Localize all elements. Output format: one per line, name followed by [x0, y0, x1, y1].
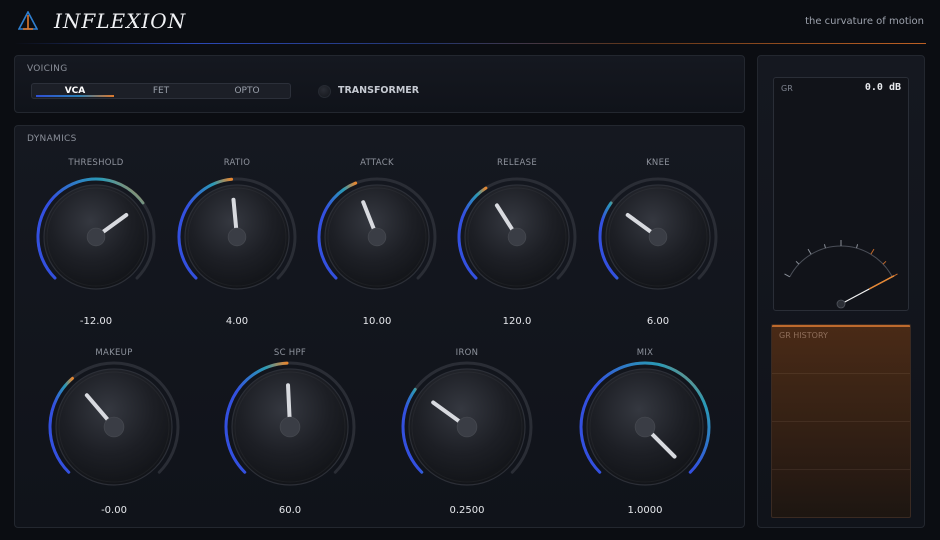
voicing-vca-button[interactable]: VCA: [32, 84, 118, 98]
gr-history: GR HISTORY: [771, 324, 911, 518]
release-label: RELEASE: [496, 158, 538, 168]
attack-value: 10.00: [362, 316, 392, 327]
attack-knob[interactable]: [313, 173, 441, 301]
mix-knob[interactable]: [575, 357, 715, 497]
gr-meter-tick: [882, 260, 887, 265]
knee-label: KNEE: [646, 158, 670, 168]
makeup-value: -0.00: [101, 505, 127, 516]
ratio-center-cap: [227, 227, 247, 247]
voicing-panel: VOICING VCA FET OPTO TRANSFORMER: [14, 55, 745, 113]
sc-hpf-pointer: [286, 383, 292, 423]
gr-history-top-edge: [772, 325, 910, 327]
dynamics-title: DYNAMICS: [27, 134, 77, 144]
makeup-knob[interactable]: [44, 357, 184, 497]
mix-value: 1.0000: [627, 505, 663, 516]
gr-history-gridline: [772, 421, 910, 422]
gr-meter-tick: [807, 248, 812, 255]
sc-hpf-knob[interactable]: [220, 357, 360, 497]
knee-knob[interactable]: [594, 173, 722, 301]
knee-value: 6.00: [646, 316, 670, 327]
sc-hpf-center-cap: [279, 416, 301, 438]
ratio-label: RATIO: [223, 158, 251, 168]
makeup-label: MAKEUP: [95, 348, 133, 358]
gr-meter-tick: [784, 273, 791, 278]
iron-label: IRON: [455, 348, 479, 358]
ratio-value: 4.00: [225, 316, 249, 327]
release-knob[interactable]: [453, 173, 581, 301]
release-value: 120.0: [502, 316, 532, 327]
gr-history-gridline: [772, 373, 910, 374]
gr-meter-tick: [795, 260, 800, 265]
voicing-opto-button[interactable]: OPTO: [204, 84, 290, 98]
iron-knob[interactable]: [397, 357, 537, 497]
iron-value: 0.2500: [449, 505, 485, 516]
makeup-center-cap: [103, 416, 125, 438]
gr-history-label: GR HISTORY: [779, 331, 828, 340]
voicing-selector: VCA FET OPTO: [31, 83, 291, 99]
release-center-cap: [507, 227, 527, 247]
knee-center-cap: [648, 227, 668, 247]
inflexion-logo-icon: [18, 11, 38, 30]
header: INFLEXION the curvature of motion: [0, 0, 940, 46]
attack-label: ATTACK: [360, 158, 394, 168]
gr-meter-tick: [823, 244, 826, 249]
transformer-toggle[interactable]: [318, 85, 331, 98]
gr-meter-dial: [784, 240, 898, 309]
gr-meter-tick: [870, 248, 875, 255]
gr-meter-needle-tip: [868, 275, 895, 290]
gr-history-gridline: [772, 469, 910, 470]
transformer-label: TRANSFORMER: [338, 85, 420, 96]
threshold-label: THRESHOLD: [68, 158, 124, 168]
ratio-knob[interactable]: [173, 173, 301, 301]
threshold-center-cap: [86, 227, 106, 247]
brand-title: INFLEXION: [54, 9, 187, 33]
gr-meter-pivot: [836, 299, 846, 309]
threshold-knob[interactable]: [32, 173, 160, 301]
mix-label: MIX: [636, 348, 654, 358]
voicing-title: VOICING: [27, 64, 68, 74]
gr-meter-tick: [856, 244, 859, 249]
gr-meter: GR 0.0 dB: [773, 77, 909, 311]
threshold-value: -12.00: [79, 316, 113, 327]
header-divider: [14, 43, 926, 44]
tagline: the curvature of motion: [805, 16, 924, 27]
sc-hpf-value: 60.0: [278, 505, 302, 516]
voicing-fet-button[interactable]: FET: [118, 84, 204, 98]
gr-meter-scale: [789, 245, 893, 278]
attack-center-cap: [367, 227, 387, 247]
sc-hpf-label: SC HPF: [273, 348, 307, 358]
iron-center-cap: [456, 416, 478, 438]
mix-center-cap: [634, 416, 656, 438]
